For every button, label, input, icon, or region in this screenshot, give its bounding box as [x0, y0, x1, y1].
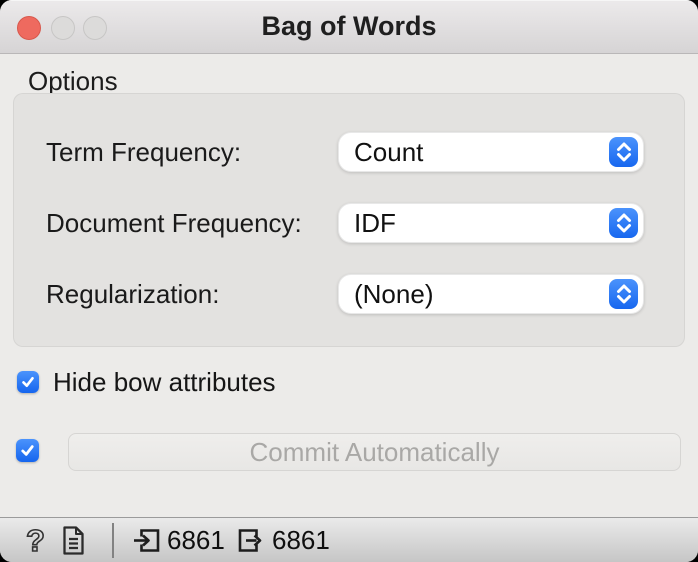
input-count: 6861 [167, 526, 225, 555]
term-frequency-combobox[interactable]: Count [338, 132, 644, 172]
auto-commit-checkbox[interactable] [16, 439, 39, 462]
status-bar: ? 6861 6861 [0, 517, 698, 562]
checkmark-icon [18, 441, 37, 460]
titlebar[interactable]: Bag of Words [0, 0, 698, 54]
document-frequency-label: Document Frequency: [46, 203, 302, 243]
help-icon[interactable]: ? [24, 524, 47, 562]
svg-text:?: ? [26, 524, 45, 557]
statusbar-divider [112, 523, 114, 558]
document-frequency-combobox[interactable]: IDF [338, 203, 644, 243]
window-title: Bag of Words [0, 0, 698, 53]
term-frequency-value: Count [354, 133, 423, 171]
dropdown-stepper-icon [609, 279, 638, 309]
options-groupbox: Term Frequency: Count Document Frequency… [13, 93, 685, 347]
commit-button[interactable]: Commit Automatically [68, 433, 681, 471]
output-count: 6861 [272, 526, 330, 555]
document-frequency-value: IDF [354, 204, 396, 242]
dropdown-stepper-icon [609, 208, 638, 238]
output-arrow-icon [237, 527, 265, 559]
checkmark-icon [19, 373, 37, 391]
dropdown-stepper-icon [609, 137, 638, 167]
regularization-label: Regularization: [46, 274, 219, 314]
bag-of-words-window: Bag of Words Options Term Frequency: Cou… [0, 0, 698, 562]
regularization-combobox[interactable]: (None) [338, 274, 644, 314]
regularization-value: (None) [354, 275, 433, 313]
hide-bow-checkbox[interactable] [17, 371, 39, 393]
input-arrow-icon [133, 527, 161, 559]
document-icon[interactable] [61, 526, 86, 560]
hide-bow-label[interactable]: Hide bow attributes [53, 368, 276, 396]
term-frequency-label: Term Frequency: [46, 132, 241, 172]
